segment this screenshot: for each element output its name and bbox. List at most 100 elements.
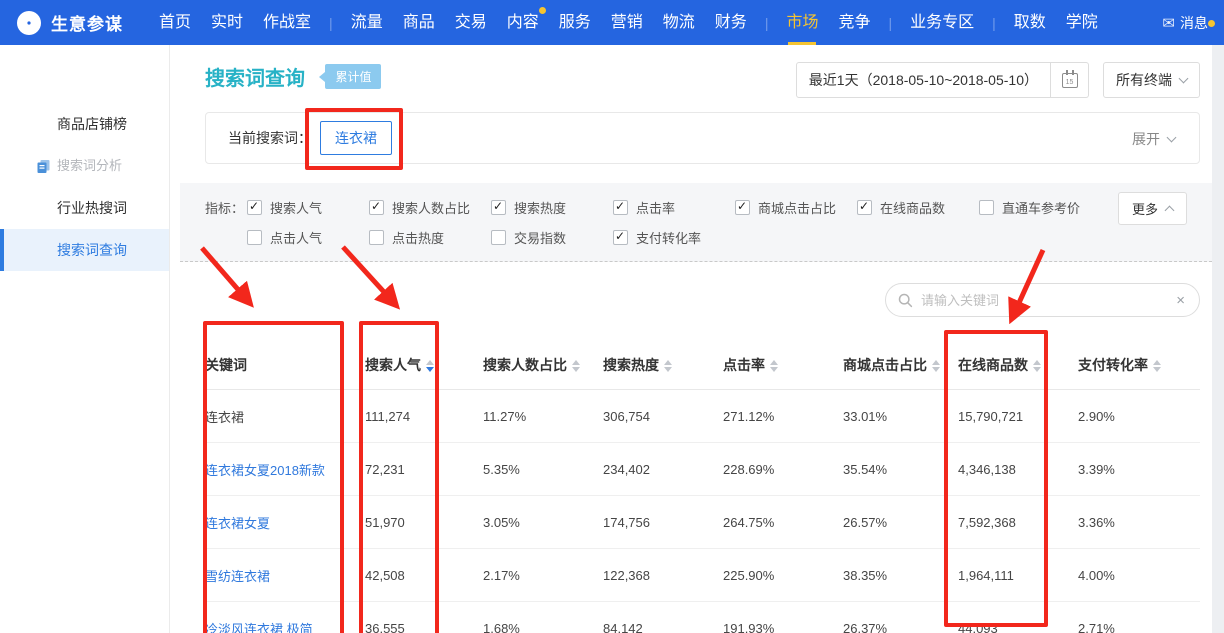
nav-item-logistics[interactable]: 物流 xyxy=(663,0,695,45)
brand[interactable]: 生意参谋 xyxy=(16,10,123,36)
notification-dot xyxy=(1208,20,1215,27)
keyword-cell: 连衣裙 xyxy=(205,390,365,443)
sort-icon[interactable] xyxy=(932,360,940,372)
checkbox[interactable] xyxy=(247,230,262,245)
column-header-keyword: 关键词 xyxy=(205,340,365,390)
compass-logo-icon xyxy=(16,10,42,36)
column-header-search-popularity[interactable]: 搜索人气 xyxy=(365,340,483,390)
nav-divider: | xyxy=(765,15,769,31)
chevron-up-icon xyxy=(1165,206,1175,216)
nav-item-realtime[interactable]: 实时 xyxy=(211,0,243,45)
metric-checkbox-trade-index[interactable]: 交易指数 xyxy=(491,228,613,247)
checkbox[interactable] xyxy=(613,200,628,215)
sort-icon[interactable] xyxy=(426,360,434,372)
nav-divider: | xyxy=(992,15,996,31)
table-row: 连衣裙 111,274 11.27% 306,754 271.12% 33.01… xyxy=(205,390,1200,443)
keyword-search-input[interactable] xyxy=(921,293,1174,308)
metric-checkbox-online-items[interactable]: 在线商品数 xyxy=(857,198,979,217)
sort-icon[interactable] xyxy=(1033,360,1041,372)
main-content: 搜索词查询 累计值 最近1天（2018-05-10~2018-05-10） 15… xyxy=(170,45,1212,633)
checkbox[interactable] xyxy=(857,200,872,215)
current-keyword-tag[interactable]: 连衣裙 xyxy=(320,121,392,155)
sidebar-item-search-word-query[interactable]: 搜索词查询 xyxy=(0,229,169,271)
metric-checkbox-searcher-ratio[interactable]: 搜索人数占比 xyxy=(369,198,491,217)
nav-item-contents[interactable]: 内容 xyxy=(507,0,539,45)
nav-item-market[interactable]: 市场 xyxy=(786,0,818,45)
nav-item-home[interactable]: 首页 xyxy=(159,0,191,45)
sort-icon[interactable] xyxy=(1153,360,1161,372)
date-range-selector[interactable]: 最近1天（2018-05-10~2018-05-10） xyxy=(796,62,1051,98)
metric-checkbox-click-heat[interactable]: 点击热度 xyxy=(369,228,491,247)
sidebar-item-industry-hot-words[interactable]: 行业热搜词 xyxy=(0,187,169,229)
messages-button[interactable]: ✉ 消息 xyxy=(1162,13,1208,33)
current-search-word-card: 当前搜索词： 连衣裙 展开 xyxy=(205,112,1200,164)
expand-toggle[interactable]: 展开 xyxy=(1132,113,1175,165)
checkbox[interactable] xyxy=(247,200,262,215)
metric-checkbox-click-popularity[interactable]: 点击人气 xyxy=(247,228,369,247)
table-row: 连衣裙女夏 51,970 3.05% 174,756 264.75% 26.57… xyxy=(205,496,1200,549)
column-header-searcher-ratio[interactable]: 搜索人数占比 xyxy=(483,340,603,390)
search-row: × xyxy=(170,283,1212,317)
keyword-link[interactable]: 连衣裙女夏 xyxy=(205,496,365,549)
notification-dot xyxy=(539,7,546,14)
nav-divider: | xyxy=(888,15,892,31)
search-icon xyxy=(898,293,913,308)
column-header-mall-click-ratio[interactable]: 商城点击占比 xyxy=(843,340,958,390)
metric-checkbox-ctr[interactable]: 点击率 xyxy=(613,198,735,217)
nav-item-trade[interactable]: 交易 xyxy=(455,0,487,45)
nav-item-competition[interactable]: 竞争 xyxy=(838,0,870,45)
checkbox[interactable] xyxy=(369,230,384,245)
nav-item-academy[interactable]: 学院 xyxy=(1066,0,1098,45)
sidebar-item-goods-shop-rank[interactable]: 商品店铺榜 xyxy=(0,103,169,145)
page-title: 搜索词查询 xyxy=(205,62,305,91)
keyword-search-box: × xyxy=(885,283,1200,317)
document-icon xyxy=(36,159,51,174)
checkbox[interactable] xyxy=(491,200,506,215)
metric-checkbox-mall-click-ratio[interactable]: 商城点击占比 xyxy=(735,198,857,217)
keyword-link[interactable]: 雪纺连衣裙 xyxy=(205,549,365,602)
nav-divider: | xyxy=(329,15,333,31)
checkbox[interactable] xyxy=(613,230,628,245)
current-search-word-label: 当前搜索词： xyxy=(228,128,312,148)
metrics-selector: 指标： 搜索人气 搜索人数占比 搜索热度 点击率 商城点击占比 在线商品数 直通… xyxy=(180,183,1212,262)
terminal-filter-dropdown[interactable]: 所有终端 xyxy=(1103,62,1200,98)
top-navbar: 生意参谋 首页 实时 作战室 | 流量 商品 交易 内容 服务 营销 物流 财务… xyxy=(0,0,1224,45)
more-metrics-button[interactable]: 更多 xyxy=(1118,192,1187,225)
nav-item-data-extract[interactable]: 取数 xyxy=(1014,0,1046,45)
column-header-online-items[interactable]: 在线商品数 xyxy=(958,340,1078,390)
sidebar-item-search-word-analysis[interactable]: 搜索词分析 xyxy=(0,145,169,187)
calendar-button[interactable]: 15 xyxy=(1051,62,1089,98)
metrics-label: 指标： xyxy=(205,198,247,217)
nav-item-service[interactable]: 服务 xyxy=(559,0,591,45)
sort-icon[interactable] xyxy=(770,360,778,372)
nav-item-traffic[interactable]: 流量 xyxy=(351,0,383,45)
page: 生意参谋 首页 实时 作战室 | 流量 商品 交易 内容 服务 营销 物流 财务… xyxy=(0,0,1224,633)
keyword-link[interactable]: 冷淡风连衣裙 极简 xyxy=(205,602,365,633)
nav-item-goods[interactable]: 商品 xyxy=(403,0,435,45)
checkbox[interactable] xyxy=(491,230,506,245)
metrics-row-2: 点击人气 点击热度 交易指数 支付转化率 xyxy=(205,226,1212,248)
metric-checkbox-search-heat[interactable]: 搜索热度 xyxy=(491,198,613,217)
checkbox[interactable] xyxy=(979,200,994,215)
column-header-search-heat[interactable]: 搜索热度 xyxy=(603,340,723,390)
metric-checkbox-ztc-price[interactable]: 直通车参考价 xyxy=(979,198,1101,217)
nav-item-war-room[interactable]: 作战室 xyxy=(263,0,311,45)
metric-checkbox-search-popularity[interactable]: 搜索人气 xyxy=(247,198,369,217)
clear-search-icon[interactable]: × xyxy=(1174,292,1187,309)
brand-name: 生意参谋 xyxy=(51,10,123,35)
nav-item-business-zone[interactable]: 业务专区 xyxy=(910,0,974,45)
cumulative-badge: 累计值 xyxy=(325,64,381,89)
envelope-icon: ✉ xyxy=(1162,14,1175,32)
metric-checkbox-pay-conversion[interactable]: 支付转化率 xyxy=(613,228,735,247)
keyword-link[interactable]: 连衣裙女夏2018新款 xyxy=(205,443,365,496)
sort-icon[interactable] xyxy=(664,360,672,372)
checkbox[interactable] xyxy=(735,200,750,215)
chevron-down-icon xyxy=(1167,133,1177,143)
metrics-row-1: 指标： 搜索人气 搜索人数占比 搜索热度 点击率 商城点击占比 在线商品数 直通… xyxy=(205,196,1212,218)
sort-icon[interactable] xyxy=(572,360,580,372)
checkbox[interactable] xyxy=(369,200,384,215)
column-header-pay-conversion[interactable]: 支付转化率 xyxy=(1078,340,1200,390)
nav-item-marketing[interactable]: 营销 xyxy=(611,0,643,45)
nav-item-finance[interactable]: 财务 xyxy=(715,0,747,45)
column-header-ctr[interactable]: 点击率 xyxy=(723,340,843,390)
